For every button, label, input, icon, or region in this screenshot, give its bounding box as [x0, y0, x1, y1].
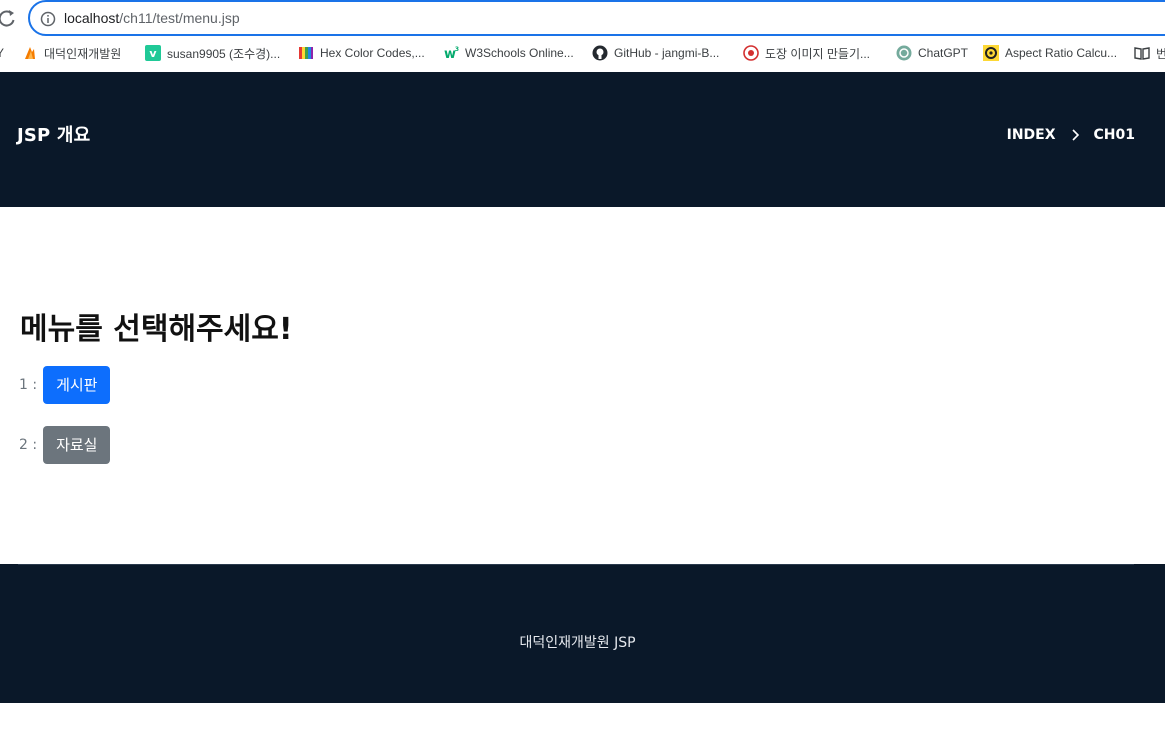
bookmark-label: GitHub - jangmi-B...	[614, 46, 720, 60]
bookmark-github[interactable]: GitHub - jangmi-B...	[592, 44, 719, 62]
breadcrumb-ch01[interactable]: CH01	[1094, 127, 1135, 143]
svg-text:3: 3	[455, 46, 459, 53]
menu-item: 2 : 자료실	[19, 426, 111, 464]
menu-number: 1 :	[19, 377, 38, 393]
aspect-ratio-icon	[983, 45, 999, 61]
site-footer: 대덕인재개발원 JSP	[0, 564, 1165, 703]
bookmark-label: ChatGPT	[918, 46, 969, 60]
page-title: 메뉴를 선택해주세요!	[20, 312, 293, 347]
chevron-right-icon	[1071, 129, 1079, 141]
url-host: localhost	[64, 10, 120, 26]
color-book-icon	[299, 47, 313, 59]
address-bar[interactable]: localhost/ch11/test/menu.jsp	[28, 0, 1165, 36]
w3schools-icon: w 3	[444, 46, 459, 61]
book-icon	[1134, 47, 1150, 60]
bookmark-chatgpt[interactable]: ChatGPT	[896, 44, 968, 62]
breadcrumb-index[interactable]: INDEX	[1007, 127, 1056, 143]
breadcrumb: INDEX CH01	[1007, 127, 1135, 143]
bookmark-partial[interactable]: Y	[0, 44, 4, 62]
menu-number: 2 :	[19, 437, 38, 453]
vimeo-icon: v	[145, 45, 161, 61]
bookmark-label: susan9905 (조수경)...	[167, 46, 281, 61]
bookmark-stamp-maker[interactable]: 도장 이미지 만들기...	[743, 44, 870, 62]
browser-toolbar: localhost/ch11/test/menu.jsp	[0, 0, 1165, 38]
bookmark-aspect-ratio[interactable]: Aspect Ratio Calcu...	[983, 44, 1117, 62]
seal-icon	[743, 45, 759, 61]
url-path: /ch11/test/menu.jsp	[119, 10, 240, 26]
bookmark-label: W3Schools Online...	[465, 46, 574, 60]
bookmark-label: 도장 이미지 만들기...	[765, 46, 870, 61]
bookmark-label: Hex Color Codes,...	[320, 46, 425, 60]
info-icon[interactable]	[40, 11, 56, 27]
site-header: JSP 개요 INDEX CH01	[0, 72, 1165, 207]
fire-icon	[25, 47, 35, 59]
url-text[interactable]: localhost/ch11/test/menu.jsp	[64, 10, 240, 26]
archive-button[interactable]: 자료실	[43, 426, 111, 464]
bookmark-label: Aspect Ratio Calcu...	[1005, 46, 1118, 60]
github-icon	[592, 45, 608, 61]
svg-text:v: v	[149, 47, 157, 60]
footer-text: 대덕인재개발원 JSP	[519, 635, 636, 651]
footer-divider	[18, 564, 1134, 565]
bookmark-label: 대덕인재개발원	[44, 46, 122, 61]
bookmark-label: 번	[1156, 46, 1165, 61]
chatgpt-icon	[896, 45, 912, 61]
bookmark-w3schools[interactable]: w 3 W3Schools Online...	[443, 44, 574, 62]
board-button[interactable]: 게시판	[43, 366, 111, 404]
reload-icon[interactable]	[0, 8, 16, 28]
main-content: 메뉴를 선택해주세요! 1 : 게시판 2 : 자료실	[0, 207, 1165, 564]
menu-item: 1 : 게시판	[19, 366, 111, 404]
site-title[interactable]: JSP 개요	[17, 121, 90, 147]
bookmark-ddit[interactable]: 대덕인재개발원	[22, 44, 121, 62]
bookmarks-bar: Y 대덕인재개발원 v susan9905 (조수경)... Hex Color…	[0, 38, 1165, 68]
bookmark-velog[interactable]: v susan9905 (조수경)...	[145, 44, 280, 62]
bookmark-book[interactable]: 번	[1134, 44, 1165, 62]
bookmark-hex-colors[interactable]: Hex Color Codes,...	[298, 44, 425, 62]
